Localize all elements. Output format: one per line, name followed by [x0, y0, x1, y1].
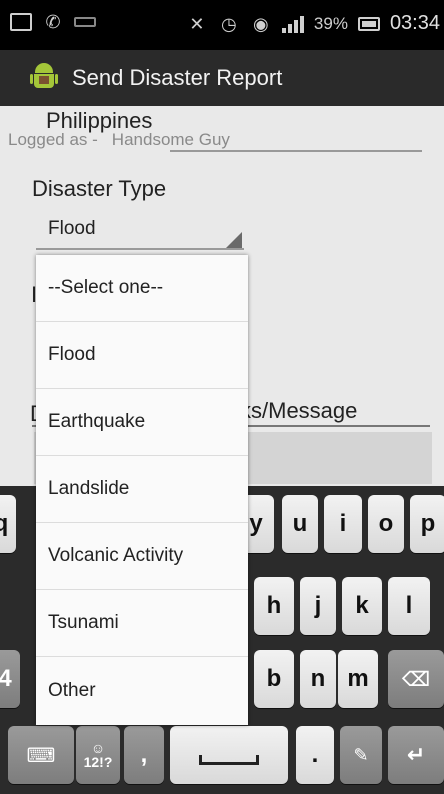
key-b[interactable]: b [254, 650, 294, 708]
key-shift[interactable]: 4 [0, 650, 20, 708]
logged-as-text: Logged as - Handsome Guy [8, 130, 230, 150]
dropdown-option-select-one[interactable]: --Select one-- [36, 255, 248, 322]
keyboard-settings-key[interactable]: ⌨ [8, 726, 74, 784]
disaster-type-dropdown: --Select one-- Flood Earthquake Landslid… [36, 255, 248, 725]
action-bar: Send Disaster Report [0, 50, 444, 106]
remarks-label: ks/Message [240, 398, 358, 423]
logged-as-underline [170, 150, 422, 152]
mute-icon: ✕ [189, 13, 205, 34]
logged-as-label: Logged as - [8, 130, 98, 149]
dropdown-option-other[interactable]: Other [36, 657, 248, 724]
period-key[interactable]: . [296, 726, 334, 784]
dropdown-option-earthquake[interactable]: Earthquake [36, 389, 248, 456]
keyboard-icon [74, 17, 96, 27]
backspace-icon: ⌫ [401, 668, 431, 691]
enter-key[interactable]: ↵ [388, 726, 444, 784]
image-icon [10, 13, 32, 31]
backspace-key[interactable]: ⌫ [388, 650, 444, 708]
key-q[interactable]: q [0, 495, 16, 553]
enter-icon: ↵ [406, 742, 426, 767]
android-app-icon[interactable] [30, 63, 58, 93]
clock: 03:34 [389, 12, 440, 34]
status-bar: ✆ ✕ ◷ ◉ 39% 03:34 [0, 0, 444, 50]
key-u[interactable]: u [282, 495, 318, 553]
battery-percent: 39% [313, 13, 348, 33]
key-l[interactable]: l [388, 577, 430, 635]
spinner-arrow-icon [226, 232, 242, 248]
key-i[interactable]: i [324, 495, 362, 553]
disaster-type-spinner[interactable]: Flood [36, 216, 244, 250]
key-j[interactable]: j [300, 577, 336, 635]
alarm-icon: ◷ [221, 13, 237, 34]
symbols-key[interactable]: ☺ 12!? [76, 726, 120, 784]
status-bar-left: ✆ [10, 12, 96, 32]
wifi-icon: ◉ [253, 13, 269, 34]
key-n[interactable]: n [300, 650, 336, 708]
key-p[interactable]: p [410, 495, 444, 553]
dropdown-option-volcanic-activity[interactable]: Volcanic Activity [36, 523, 248, 590]
page-title: Send Disaster Report [72, 65, 283, 90]
dropdown-option-landslide[interactable]: Landslide [36, 456, 248, 523]
space-icon [199, 755, 259, 765]
battery-icon [357, 16, 380, 31]
keyboard-settings-icon: ⌨ [26, 744, 56, 767]
comma-key[interactable]: , [124, 726, 164, 784]
key-o[interactable]: o [368, 495, 404, 553]
dropdown-option-tsunami[interactable]: Tsunami [36, 590, 248, 657]
key-h[interactable]: h [254, 577, 294, 635]
voice-settings-icon: ✎ [353, 744, 369, 765]
disaster-type-label: Disaster Type [32, 176, 167, 201]
space-key[interactable] [170, 726, 288, 784]
phone-icon: ✆ [45, 12, 61, 32]
key-m[interactable]: m [338, 650, 378, 708]
disaster-type-value: Flood [48, 218, 96, 239]
logged-as-name: Handsome Guy [111, 130, 230, 149]
signal-icon [281, 15, 304, 33]
status-bar-right: ✕ ◷ ◉ 39% 03:34 [186, 12, 440, 35]
voice-settings-key[interactable]: ✎ [340, 726, 382, 784]
dropdown-option-flood[interactable]: Flood [36, 322, 248, 389]
emoji-icon: ☺ [90, 740, 106, 756]
symbols-label: 12!? [83, 754, 113, 770]
key-k[interactable]: k [342, 577, 382, 635]
